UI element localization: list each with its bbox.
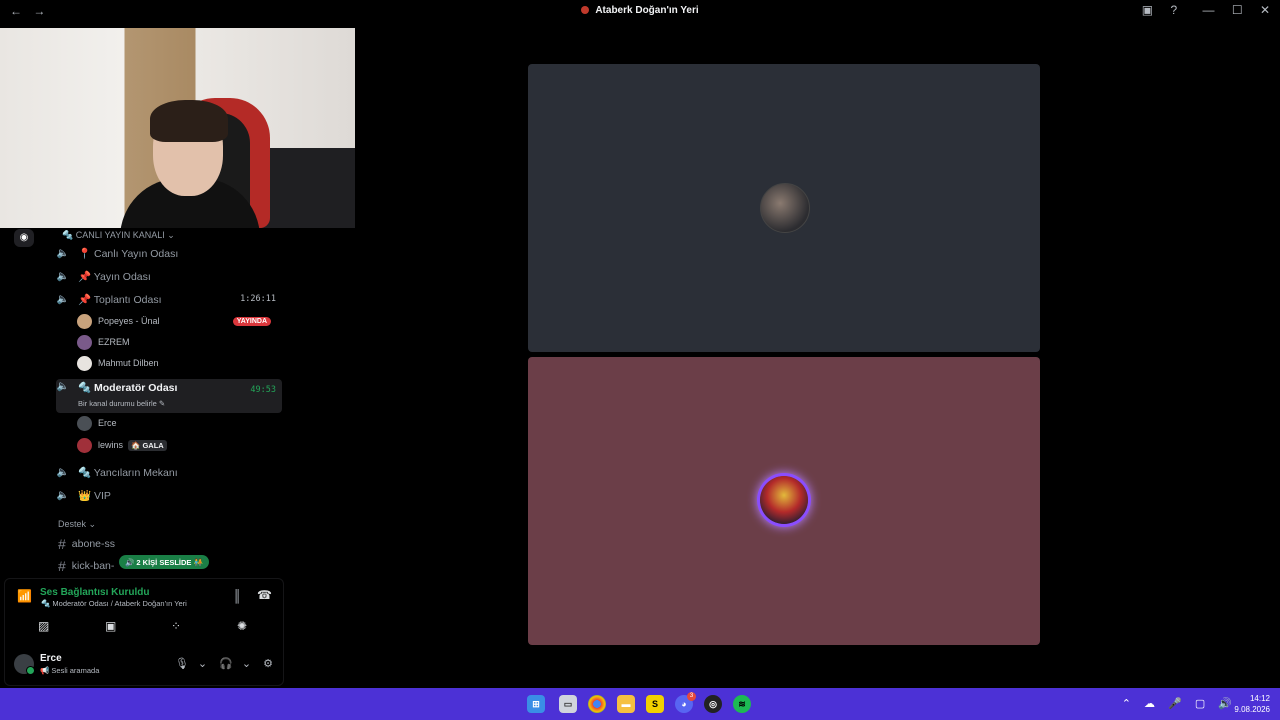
speaker-icon: 🔈 bbox=[56, 489, 70, 501]
voice-panel: 📶 Ses Bağlantısı Kuruldu 🔩 Moderatör Oda… bbox=[4, 578, 284, 686]
speaker-icon: 🔈 bbox=[56, 247, 70, 259]
channel-timer: 49:53 bbox=[250, 385, 276, 395]
avatar bbox=[77, 334, 92, 350]
noise-suppression-icon[interactable]: ║ bbox=[233, 589, 242, 603]
clock[interactable]: 14:12 9.08.2026 bbox=[1234, 693, 1270, 715]
speaker-icon: 🔈 bbox=[56, 381, 70, 392]
chevron-down-icon[interactable]: ⌄ bbox=[198, 658, 207, 670]
start-icon[interactable]: ⊞ bbox=[527, 695, 545, 713]
voice-channel-moderator[interactable]: 🔈 🔩 Moderatör Odası 49:53 Bir kanal duru… bbox=[56, 379, 282, 413]
avatar bbox=[77, 415, 92, 431]
network-icon[interactable]: ▢ bbox=[1195, 698, 1205, 710]
channel-status[interactable]: Bir kanal durumu belirle ✎ bbox=[78, 399, 165, 408]
taskbar: ⊞ ▭ ▬ S ◕ 3 ◎ ≋ ⌃ ☁ 🎤 ▢ 🔊 14:12 9.08.202… bbox=[0, 688, 1280, 720]
avatar bbox=[77, 437, 92, 453]
category-live[interactable]: 🔩 CANLI YAYIN KANALI ⌄ bbox=[56, 229, 181, 241]
window-controls: ▣ ? — ☐ ✕ bbox=[1128, 3, 1270, 17]
user-controls: 🎙 ⌄ 🎧 ⌄ ⚙ bbox=[166, 657, 273, 670]
system-tray: ⌃ ☁ 🎤 ▢ 🔊 bbox=[1112, 697, 1232, 710]
screen-share-icon[interactable]: ▣ bbox=[105, 619, 116, 633]
gear-icon[interactable]: ⚙ bbox=[263, 658, 273, 670]
connection-signal-icon[interactable]: 📶 bbox=[17, 589, 32, 603]
text-channel-kick-ban[interactable]: # kick-ban- bbox=[58, 557, 114, 575]
category-support[interactable]: Destek ⌄ bbox=[58, 519, 96, 530]
connection-title[interactable]: Ses Bağlantısı Kuruldu bbox=[40, 587, 149, 598]
chevron-down-icon[interactable]: ⌄ bbox=[242, 658, 251, 670]
hash-icon: # bbox=[58, 558, 66, 574]
cloud-icon[interactable]: ☁ bbox=[1144, 698, 1155, 710]
voice-user[interactable]: lewins 🏠 GALA bbox=[77, 436, 277, 454]
headphones-icon[interactable]: 🎧 bbox=[219, 658, 233, 670]
user-name[interactable]: Erce bbox=[40, 653, 62, 664]
microphone-icon[interactable]: 🎙 bbox=[175, 658, 189, 670]
participant-tile-speaking[interactable] bbox=[528, 357, 1040, 645]
discord-notification-badge: 3 bbox=[687, 692, 696, 701]
disconnect-icon[interactable]: ☎ bbox=[257, 588, 272, 602]
obs-icon[interactable]: ◎ bbox=[704, 695, 722, 713]
activities-icon[interactable]: ⁘ bbox=[171, 619, 181, 633]
soundboard-icon[interactable]: ✺ bbox=[237, 619, 247, 633]
connection-channel[interactable]: 🔩 Moderatör Odası / Ataberk Doğan'ın Yer… bbox=[41, 599, 187, 608]
participant-avatar bbox=[760, 476, 808, 524]
voice-user[interactable]: Mahmut Dilben bbox=[77, 354, 277, 372]
voice-user[interactable]: Erce bbox=[77, 414, 277, 432]
hash-icon: # bbox=[58, 536, 66, 552]
voice-controls: ▨ ▣ ⁘ ✺ bbox=[5, 619, 283, 641]
online-status-dot bbox=[26, 666, 35, 675]
text-channel-abone-ss[interactable]: # abone-ss bbox=[58, 535, 115, 553]
voice-count-pill[interactable]: 🔊 2 KİŞİ SESLİDE 🧑‍🤝‍🧑 bbox=[119, 555, 209, 569]
server-name: Ataberk Doğan'ın Yeri bbox=[595, 5, 699, 16]
clock-time: 14:12 bbox=[1249, 694, 1270, 703]
close-button[interactable]: ✕ bbox=[1260, 3, 1270, 17]
user-status: 📢 Sesli aramada bbox=[40, 666, 100, 675]
avatar bbox=[77, 355, 92, 371]
folder-icon[interactable]: ▬ bbox=[617, 695, 635, 713]
guild-tag: 🏠 GALA bbox=[128, 439, 167, 451]
inbox-icon[interactable]: ▣ bbox=[1142, 3, 1153, 17]
chrome-icon[interactable] bbox=[588, 695, 606, 713]
clock-date: 9.08.2026 bbox=[1234, 705, 1270, 714]
task-view-icon[interactable]: ▭ bbox=[559, 695, 577, 713]
minimize-button[interactable]: — bbox=[1202, 3, 1214, 17]
maximize-button[interactable]: ☐ bbox=[1232, 3, 1243, 17]
volume-icon[interactable]: 🔊 bbox=[1218, 698, 1232, 710]
voice-user[interactable]: Popeyes - Ünal YAYINDA bbox=[77, 312, 277, 330]
app-s-icon[interactable]: S bbox=[646, 695, 664, 713]
voice-channel-yancilar[interactable]: 🔈 🔩 Yancıların Mekanı bbox=[56, 462, 282, 482]
avatar bbox=[77, 313, 92, 329]
live-badge: YAYINDA bbox=[232, 316, 271, 326]
title-bar: ← → Ataberk Doğan'ın Yeri ▣ ? — ☐ ✕ bbox=[0, 0, 1280, 22]
chevron-up-icon[interactable]: ⌃ bbox=[1122, 698, 1131, 710]
user-avatar[interactable] bbox=[14, 654, 35, 675]
speaker-icon: 🔈 bbox=[56, 466, 70, 478]
participant-avatar bbox=[760, 183, 810, 233]
camera-off-icon[interactable]: ▨ bbox=[38, 619, 49, 633]
voice-channel-yayin[interactable]: 🔈 📌 Yayın Odası bbox=[56, 266, 282, 286]
voice-channel-vip[interactable]: 🔈 👑 VIP bbox=[56, 485, 282, 505]
server-logo-icon bbox=[581, 6, 590, 15]
webcam-overlay bbox=[0, 28, 355, 228]
spotify-icon[interactable]: ≋ bbox=[733, 695, 751, 713]
participant-tile[interactable] bbox=[528, 64, 1040, 352]
window-title: Ataberk Doğan'ın Yeri bbox=[0, 5, 1280, 16]
voice-channel-canli-yayin[interactable]: 🔈 📍 Canlı Yayın Odası bbox=[56, 243, 282, 263]
discover-icon[interactable]: ◉ bbox=[14, 229, 34, 247]
speaker-icon: 🔈 bbox=[56, 293, 70, 305]
voice-user[interactable]: EZREM bbox=[77, 333, 277, 351]
voice-channel-toplanti[interactable]: 🔈 📌 Toplantı Odası 1:26:11 bbox=[56, 289, 282, 309]
mic-tray-icon[interactable]: 🎤 bbox=[1168, 698, 1182, 710]
help-icon[interactable]: ? bbox=[1170, 3, 1177, 17]
speaker-icon: 🔈 bbox=[56, 270, 70, 282]
channel-timer: 1:26:11 bbox=[240, 294, 276, 304]
